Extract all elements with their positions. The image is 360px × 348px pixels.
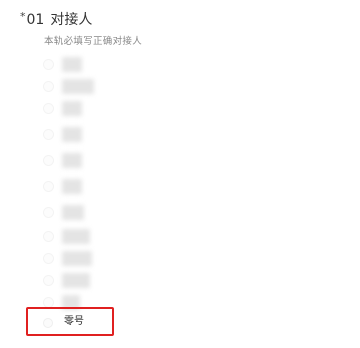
option-item[interactable] — [40, 98, 160, 120]
question-hint: 本轨必填写正确对接人 — [44, 36, 143, 47]
radio-button[interactable] — [43, 155, 54, 166]
option-item[interactable] — [40, 176, 160, 198]
blurred-option-label — [62, 229, 90, 244]
question-number: 01 — [26, 12, 45, 28]
question-title: 对接人 — [50, 12, 93, 28]
radio-button[interactable] — [43, 253, 54, 264]
blurred-option-label — [62, 205, 84, 220]
radio-button[interactable] — [43, 81, 54, 92]
blurred-option-label — [62, 153, 82, 168]
blurred-option-label — [62, 57, 82, 72]
radio-button[interactable] — [43, 129, 54, 140]
radio-button[interactable] — [43, 103, 54, 114]
radio-button[interactable] — [43, 207, 54, 218]
blurred-option-label — [62, 179, 82, 194]
option-item[interactable] — [40, 270, 160, 292]
blurred-option-label — [62, 79, 94, 94]
blurred-option-label — [62, 251, 92, 266]
blurred-option-label — [62, 127, 82, 142]
radio-button[interactable] — [43, 318, 53, 328]
option-item[interactable] — [40, 76, 160, 98]
question-header: * 01 对接人 — [20, 10, 92, 32]
option-item[interactable] — [40, 124, 160, 146]
option-item[interactable] — [40, 54, 160, 76]
radio-button[interactable] — [43, 275, 54, 286]
option-item[interactable] — [40, 248, 160, 270]
option-item[interactable] — [40, 226, 160, 248]
highlighted-option-label: 零号 — [64, 316, 84, 327]
required-marker: * — [20, 10, 26, 23]
radio-button[interactable] — [43, 59, 54, 70]
highlighted-option[interactable]: 零号 — [26, 307, 114, 336]
radio-button[interactable] — [43, 231, 54, 242]
blurred-option-label — [62, 101, 82, 116]
option-item[interactable] — [40, 150, 160, 172]
blurred-option-label — [62, 273, 90, 288]
option-item[interactable] — [40, 202, 160, 224]
radio-button[interactable] — [43, 181, 54, 192]
